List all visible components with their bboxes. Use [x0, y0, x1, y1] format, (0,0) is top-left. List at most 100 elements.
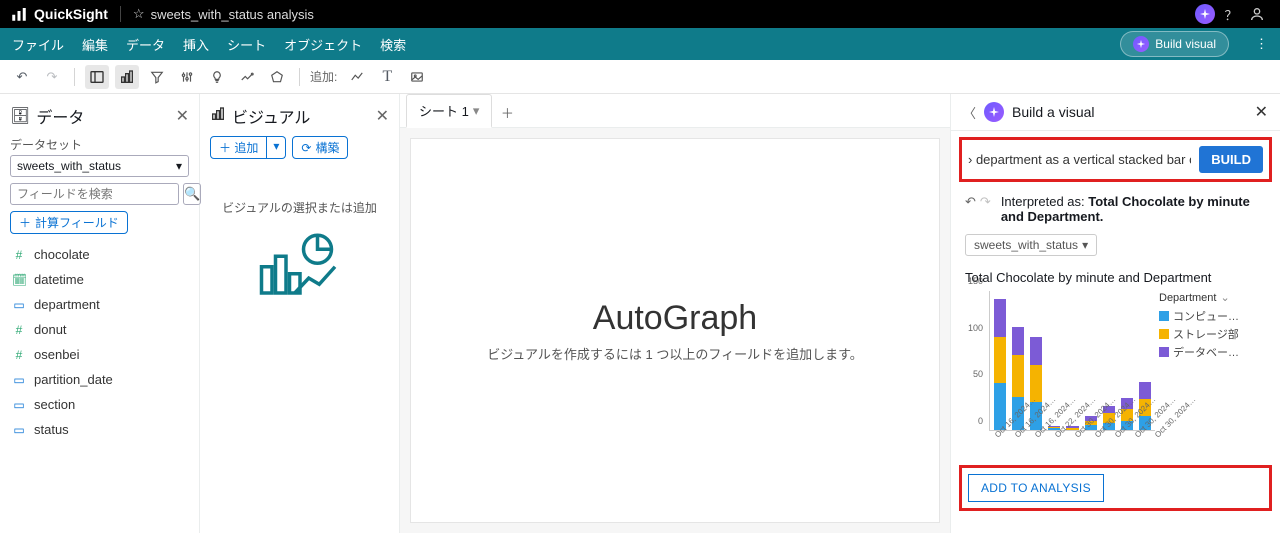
sparkle-icon — [1133, 36, 1149, 52]
legend-title: Department — [1159, 292, 1216, 304]
data-panel-toggle[interactable] — [85, 65, 109, 89]
legend-label: データベー… — [1173, 344, 1239, 360]
interp-redo[interactable]: ↷ — [980, 194, 991, 224]
data-panel-title: データ — [36, 104, 84, 128]
autograph-card[interactable]: AutoGraph ビジュアルを作成するには 1 つ以上のフィールドを追加します… — [410, 138, 940, 523]
field-department[interactable]: ▭department — [10, 292, 189, 317]
field-section[interactable]: ▭ section — [10, 392, 189, 417]
field-type-icon: ▭ — [12, 373, 26, 387]
field-label: datetime — [34, 272, 84, 287]
field-label: chocolate — [34, 247, 90, 262]
help-icon[interactable]: ？ — [1218, 1, 1244, 27]
chart-icon — [210, 106, 226, 127]
close-build-panel[interactable]: ✕ — [1255, 102, 1268, 122]
interp-undo[interactable]: ↶ — [965, 194, 976, 224]
settings-icon[interactable] — [175, 65, 199, 89]
close-data-panel[interactable]: ✕ — [176, 106, 189, 126]
legend-item[interactable]: ストレージ部 — [1159, 326, 1239, 342]
menu-object[interactable]: オブジェクト — [284, 35, 362, 54]
redo-button: ↷ — [40, 65, 64, 89]
menu-sheet[interactable]: シート — [227, 35, 266, 54]
visual-panel-title: ビジュアル — [232, 104, 310, 128]
legend-swatch — [1159, 347, 1169, 357]
visual-add-button[interactable]: ＋ 追加 — [210, 136, 267, 159]
field-type-icon: # — [12, 248, 26, 262]
add-calc-field-button[interactable]: ＋計算フィールド — [10, 211, 128, 234]
legend-label: コンピュー… — [1173, 308, 1239, 324]
field-type-icon: 🗓 — [12, 273, 26, 287]
highlight-add: ADD TO ANALYSIS — [959, 465, 1272, 511]
add-sheet-button[interactable]: ＋ — [496, 101, 518, 123]
menu-data[interactable]: データ — [126, 35, 165, 54]
close-visual-panel[interactable]: ✕ — [376, 106, 389, 126]
menu-file[interactable]: ファイル — [12, 35, 64, 54]
user-icon[interactable] — [1244, 1, 1270, 27]
chart-preview[interactable]: 050100150 Oct 16, 2024…Oct 16, 2024…Oct … — [965, 291, 1155, 451]
legend-swatch — [1159, 311, 1169, 321]
field-partition_date[interactable]: ▭ partition_date — [10, 367, 189, 392]
bar[interactable] — [994, 299, 1006, 430]
back-button[interactable]: 〈 — [963, 103, 976, 122]
document-title[interactable]: ☆ sweets_with_status analysis — [133, 6, 314, 22]
legend-label: ストレージ部 — [1173, 326, 1239, 342]
chevron-down-icon[interactable]: ⌄ — [1220, 291, 1229, 304]
field-label: status — [34, 422, 69, 437]
menu-edit[interactable]: 編集 — [82, 35, 108, 54]
highlight-prompt: › department as a vertical stacked bar c… — [959, 137, 1272, 182]
menu-search[interactable]: 検索 — [380, 35, 406, 54]
field-datetime[interactable]: 🗓 datetime — [10, 267, 189, 292]
chevron-down-icon[interactable]: ▾ — [473, 103, 480, 119]
field-status[interactable]: ▭ status — [10, 417, 189, 442]
app-logo: QuickSight — [10, 5, 108, 23]
field-label: donut — [34, 322, 67, 337]
add-to-analysis-button[interactable]: ADD TO ANALYSIS — [968, 474, 1104, 502]
legend-item[interactable]: データベー… — [1159, 344, 1239, 360]
add-image-icon[interactable] — [405, 65, 429, 89]
lightbulb-icon[interactable] — [205, 65, 229, 89]
visual-placeholder-text: ビジュアルの選択または追加 — [210, 199, 389, 216]
chart-title: Total Chocolate by minute and Department — [965, 270, 1266, 285]
field-label: partition_date — [34, 372, 113, 387]
field-search-input[interactable] — [10, 183, 179, 205]
dataset-label: データセット — [10, 136, 189, 153]
dataset-chip[interactable]: sweets_with_status ▾ — [965, 234, 1097, 256]
filter-icon[interactable] — [145, 65, 169, 89]
analytics-icon[interactable] — [235, 65, 259, 89]
visual-add-dropdown[interactable]: ▾ — [267, 136, 286, 159]
field-type-icon: ▭ — [12, 423, 26, 437]
menu-insert[interactable]: 挿入 — [183, 35, 209, 54]
refresh-icon: ⟳ — [301, 141, 311, 155]
autograph-desc: ビジュアルを作成するには 1 つ以上のフィールドを追加します。 — [487, 344, 863, 363]
field-donut[interactable]: # donut — [10, 317, 189, 342]
field-type-icon: ▭ — [12, 398, 26, 412]
menu-more-icon[interactable]: ⋮ — [1255, 36, 1268, 52]
add-text-icon[interactable]: T — [375, 65, 399, 89]
add-line-icon[interactable] — [345, 65, 369, 89]
legend-swatch — [1159, 329, 1169, 339]
field-type-icon: ▭ — [12, 298, 26, 312]
search-button[interactable]: 🔍 — [183, 183, 201, 205]
dataset-selector[interactable]: sweets_with_status▾ — [10, 155, 189, 177]
field-label: section — [34, 397, 75, 412]
visual-panel-toggle[interactable] — [115, 65, 139, 89]
undo-button[interactable]: ↶ — [10, 65, 34, 89]
build-panel-title: Build a visual — [1012, 104, 1095, 120]
build-prompt-text[interactable]: › department as a vertical stacked bar c… — [968, 152, 1191, 167]
shape-icon[interactable] — [265, 65, 289, 89]
sheet-tab-1[interactable]: シート 1▾ — [406, 94, 492, 128]
field-label: osenbei — [34, 347, 80, 362]
toolbar-add-label: 追加: — [310, 68, 337, 85]
visual-placeholder-icon — [255, 230, 345, 300]
visual-structure-button[interactable]: ⟳構築 — [292, 136, 348, 159]
build-visual-button[interactable]: Build visual — [1120, 31, 1229, 57]
legend-item[interactable]: コンピュー… — [1159, 308, 1239, 324]
chevron-down-icon: ▾ — [1082, 238, 1088, 252]
interpreted-label: Interpreted as: — [1001, 194, 1085, 209]
star-icon[interactable]: ☆ — [133, 6, 145, 22]
field-type-icon: # — [12, 323, 26, 337]
sparkle-icon — [984, 102, 1004, 122]
field-chocolate[interactable]: # chocolate — [10, 242, 189, 267]
q-assistant-icon[interactable] — [1192, 1, 1218, 27]
field-osenbei[interactable]: #osenbei — [10, 342, 189, 367]
build-submit-button[interactable]: BUILD — [1199, 146, 1263, 173]
